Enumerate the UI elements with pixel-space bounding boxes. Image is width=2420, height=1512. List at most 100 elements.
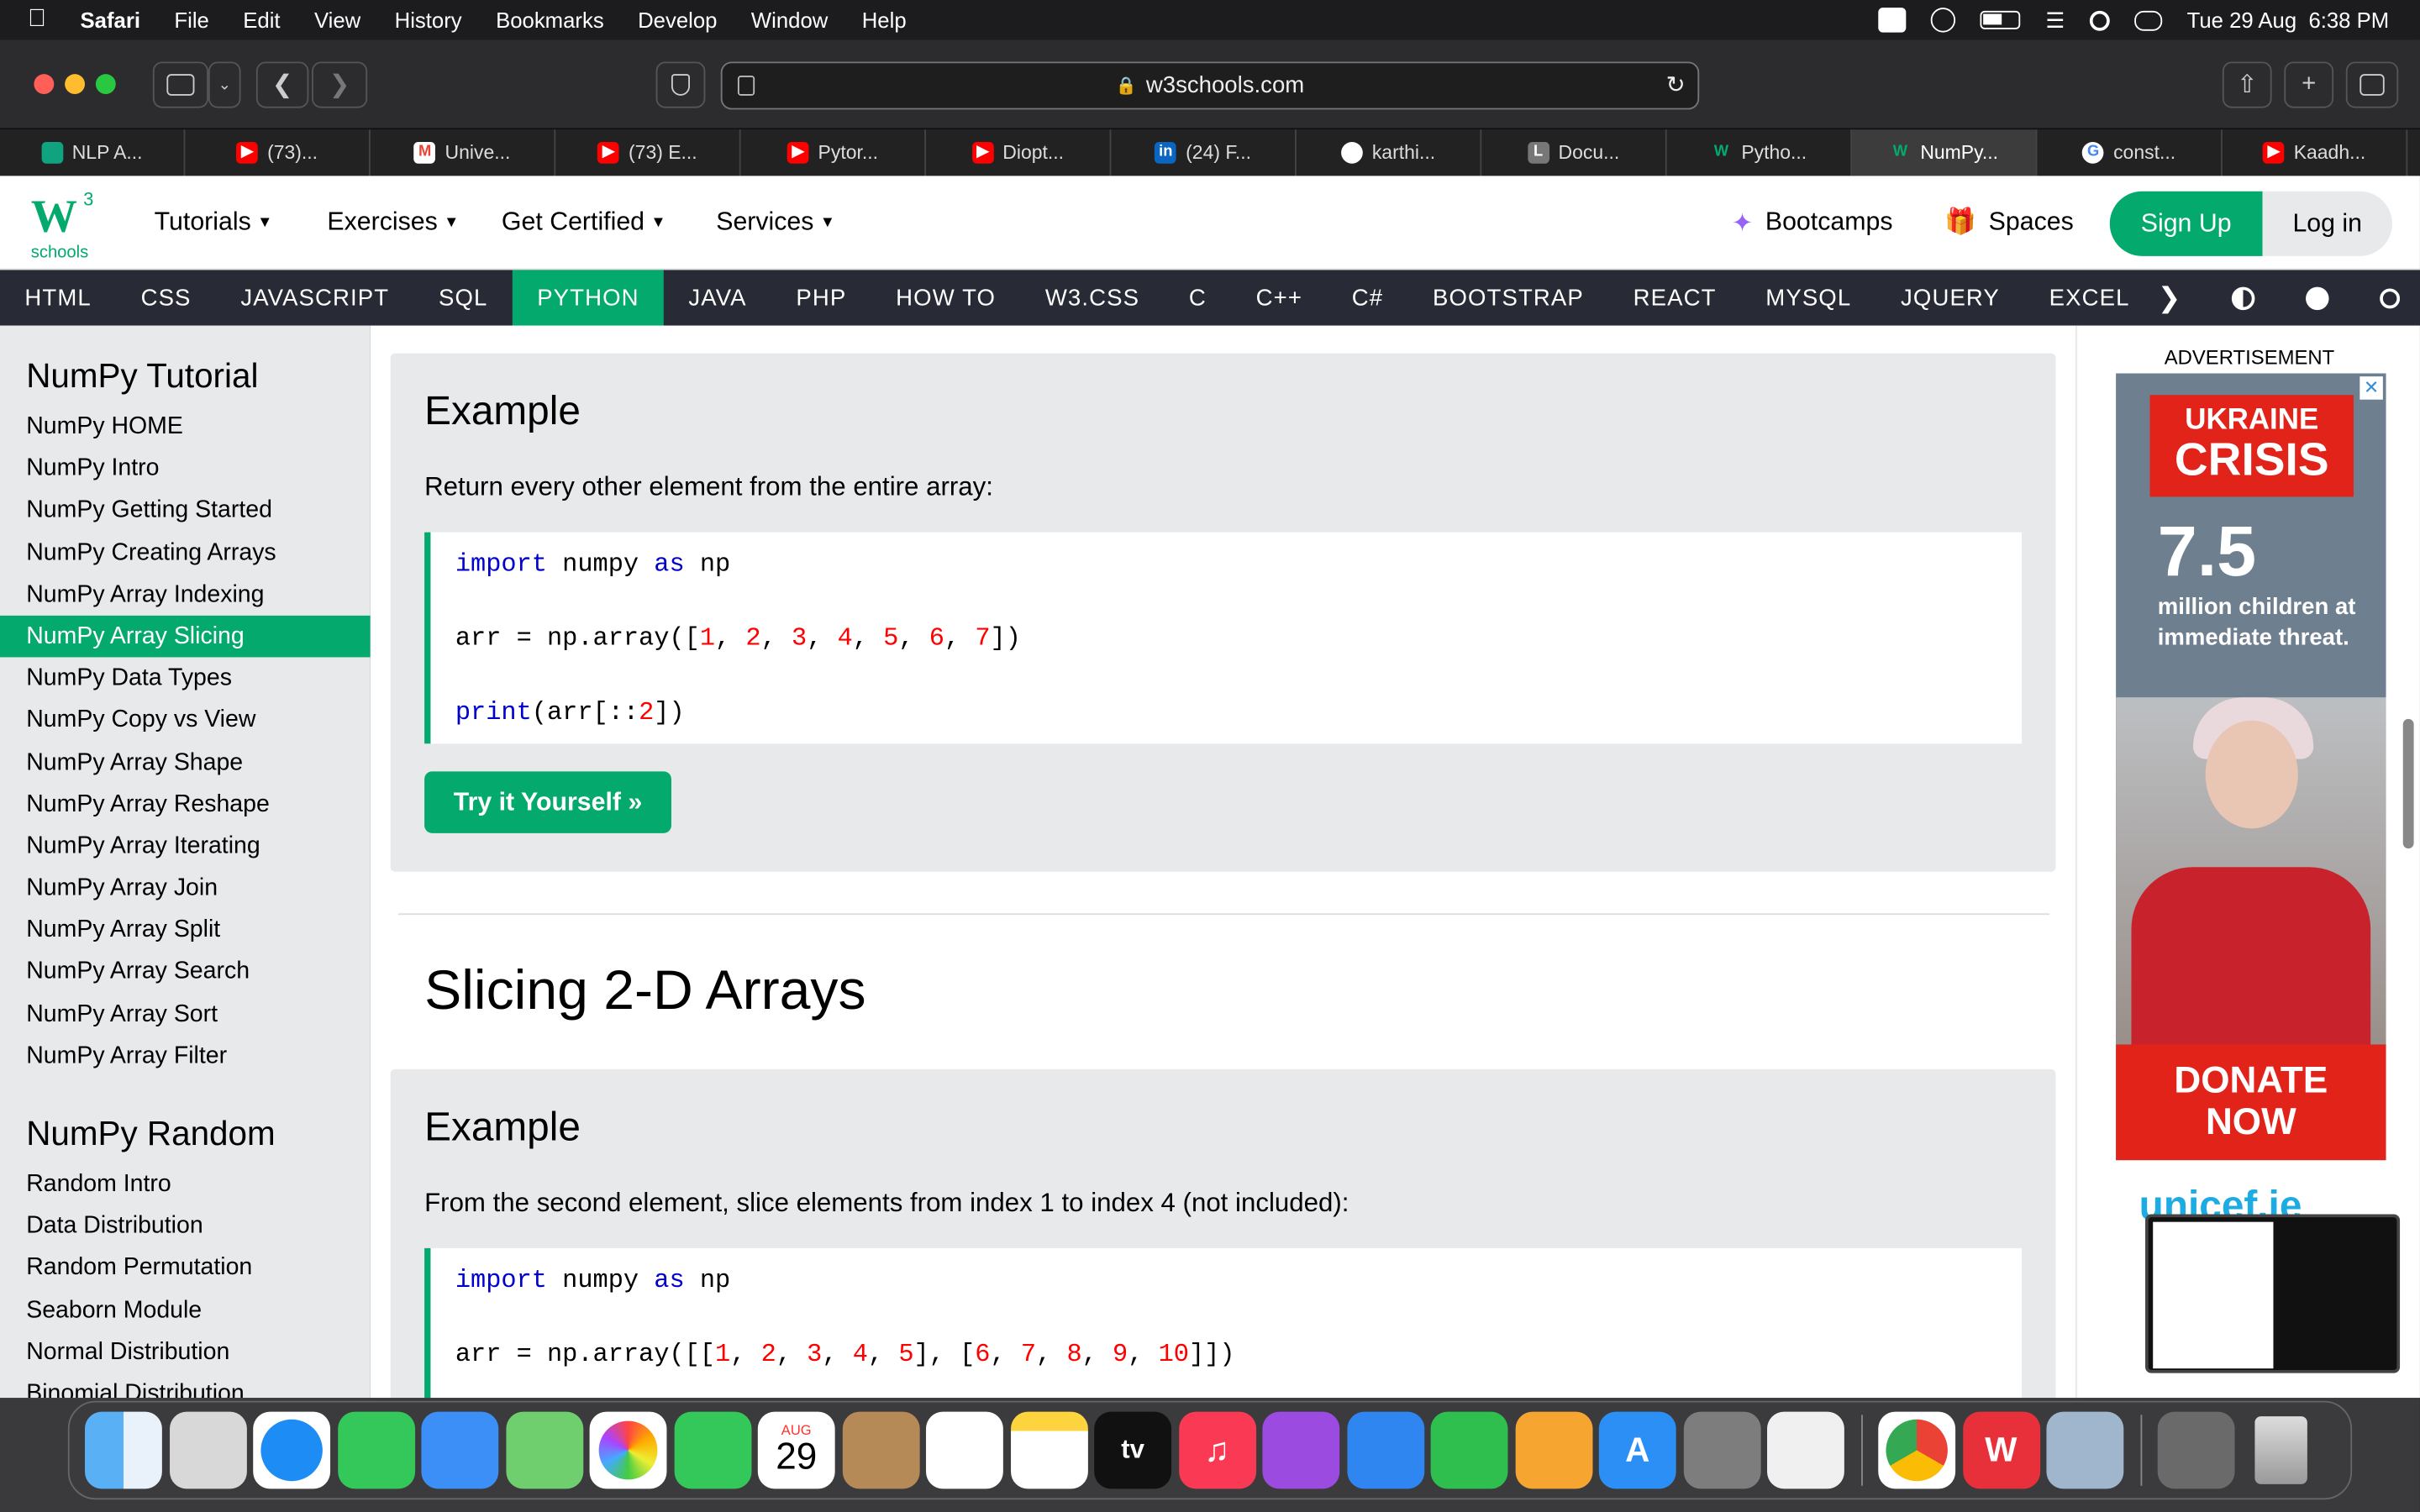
music-icon[interactable]: ♫ <box>1178 1411 1256 1489</box>
new-tab-button[interactable]: + <box>2284 61 2334 108</box>
exercises-menu[interactable]: Exercises ▼ <box>327 176 459 270</box>
unicef-ad[interactable]: UKRAINE CRISIS 7.5 million children at i… <box>2116 373 2386 1161</box>
tab-youtube-2[interactable]: ▶ (73) E... <box>555 129 741 176</box>
tab-python[interactable]: W Pytho... <box>1667 129 1853 176</box>
menu-window[interactable]: Window <box>751 8 828 32</box>
nav-css[interactable]: CSS <box>116 270 216 325</box>
tab-github[interactable]: karthi... <box>1297 129 1482 176</box>
bootcamps-link[interactable]: ✦ Bootcamps <box>1732 176 1893 270</box>
language-globe[interactable] <box>2281 270 2354 325</box>
tab-gmail[interactable]: M Unive... <box>371 129 556 176</box>
share-button[interactable]: ⇧ <box>2222 61 2272 108</box>
page-scrollbar[interactable] <box>2402 718 2414 849</box>
nav-java[interactable]: JAVA <box>664 270 771 325</box>
nav-html[interactable]: HTML <box>0 270 116 325</box>
safari-icon[interactable] <box>253 1411 331 1489</box>
sidebar-item-array-sort[interactable]: NumPy Array Sort <box>0 993 371 1035</box>
tab-youtube-5[interactable]: ▶ Kaadh... <box>2223 129 2408 176</box>
reminders-icon[interactable] <box>926 1411 1003 1489</box>
finder-icon[interactable] <box>85 1411 162 1489</box>
nav-excel[interactable]: EXCEL <box>2024 270 2154 325</box>
sidebar-item-normal-distribution[interactable]: Normal Distribution <box>0 1331 371 1373</box>
menu-bookmarks[interactable]: Bookmarks <box>496 8 604 32</box>
sidebar-item-seaborn-module[interactable]: Seaborn Module <box>0 1289 371 1331</box>
app-store-icon[interactable]: A <box>1598 1411 1676 1489</box>
tutorials-menu[interactable]: Tutorials ▼ <box>155 176 273 270</box>
nav-react[interactable]: REACT <box>1608 270 1741 325</box>
facetime-icon[interactable] <box>673 1411 751 1489</box>
play-icon[interactable] <box>1931 8 1956 33</box>
tab-youtube-1[interactable]: ▶ (73)... <box>185 129 371 176</box>
sidebar-item-array-reshape[interactable]: NumPy Array Reshape <box>0 783 371 825</box>
nav-w3css[interactable]: W3.CSS <box>1020 270 1164 325</box>
contacts-icon[interactable] <box>841 1411 919 1489</box>
sidebar-item-array-join[interactable]: NumPy Array Join <box>0 867 371 909</box>
back-button[interactable]: ❮ <box>255 61 309 108</box>
sidebar-item-array-search[interactable]: NumPy Array Search <box>0 951 371 993</box>
battery-icon[interactable] <box>1981 10 2022 29</box>
pages-icon[interactable] <box>1514 1411 1592 1489</box>
signup-button[interactable]: Sign Up <box>2109 191 2263 256</box>
nav-c[interactable]: C <box>1164 270 1231 325</box>
nav-scroll-right[interactable]: ❯ <box>2142 270 2197 325</box>
calendar-icon[interactable]: AUG 29 <box>757 1411 835 1489</box>
sidebar-item-array-indexing[interactable]: NumPy Array Indexing <box>0 574 371 616</box>
nav-mysql[interactable]: MYSQL <box>1741 270 1876 325</box>
menu-history[interactable]: History <box>395 8 462 32</box>
wps-office-icon[interactable]: W <box>1962 1411 2040 1489</box>
sidebar-item-array-split[interactable]: NumPy Array Split <box>0 909 371 951</box>
recent-document-icon[interactable] <box>2157 1411 2235 1489</box>
sidebar-item-random-intro[interactable]: Random Intro <box>0 1163 371 1205</box>
podcasts-icon[interactable] <box>1262 1411 1340 1489</box>
sidebar-item-data-distribution[interactable]: Data Distribution <box>0 1205 371 1247</box>
spaces-link[interactable]: 🎁 Spaces <box>1944 176 2074 270</box>
ad-close-icon[interactable]: ✕ <box>2360 376 2383 400</box>
sidebar-item-array-slicing[interactable]: NumPy Array Slicing <box>0 615 371 658</box>
try-it-yourself-button[interactable]: Try it Yourself » <box>424 771 671 833</box>
preview-icon[interactable] <box>1767 1411 1844 1489</box>
nav-csharp[interactable]: C# <box>1327 270 1407 325</box>
maps-icon[interactable] <box>505 1411 583 1489</box>
zoom-window-button[interactable] <box>95 74 116 95</box>
menu-edit[interactable]: Edit <box>243 8 280 32</box>
sidebar-item-copy-vs-view[interactable]: NumPy Copy vs View <box>0 700 371 742</box>
wps-icon[interactable] <box>1879 8 1907 33</box>
minimize-window-button[interactable] <box>65 74 86 95</box>
w3schools-logo[interactable]: W 3 schools <box>28 188 105 262</box>
search-button[interactable] <box>2355 270 2420 325</box>
system-settings-icon[interactable] <box>1682 1411 1760 1489</box>
sidebar-toggle-button[interactable] <box>152 61 208 108</box>
screen-recording-thumbnail[interactable] <box>2145 1214 2401 1373</box>
reader-icon[interactable] <box>737 75 755 96</box>
reload-icon[interactable]: ↻ <box>1666 71 1686 98</box>
image-viewer-icon[interactable] <box>2046 1411 2124 1489</box>
nav-bootstrap[interactable]: BOOTSTRAP <box>1408 270 1609 325</box>
menu-develop[interactable]: Develop <box>638 8 717 32</box>
nav-javascript[interactable]: JAVASCRIPT <box>216 270 414 325</box>
sidebar-menu-button[interactable]: ⌄ <box>208 61 241 108</box>
sidebar-item-data-types[interactable]: NumPy Data Types <box>0 658 371 700</box>
sidebar-item-random-permutation[interactable]: Random Permutation <box>0 1247 371 1289</box>
messages-icon[interactable] <box>337 1411 415 1489</box>
sidebar-item-numpy-home[interactable]: NumPy HOME <box>0 406 371 448</box>
certified-menu[interactable]: Get Certified ▼ <box>502 176 666 270</box>
menu-safari[interactable]: Safari <box>81 8 140 32</box>
apple-tv-icon[interactable]: tv <box>1094 1411 1172 1489</box>
tab-google[interactable]: Gconst... <box>2037 129 2223 176</box>
donate-now-button[interactable]: DONATE NOW <box>2116 1044 2386 1161</box>
launchpad-icon[interactable] <box>169 1411 246 1489</box>
tab-linkedin[interactable]: in (24) F... <box>1111 129 1297 176</box>
tab-nlp[interactable]: NLP A... <box>0 129 186 176</box>
wifi-icon[interactable]: ☰ <box>2045 7 2065 33</box>
photos-icon[interactable] <box>589 1411 667 1489</box>
sidebar-item-array-shape[interactable]: NumPy Array Shape <box>0 742 371 784</box>
keynote-icon[interactable] <box>1346 1411 1424 1489</box>
nav-sql[interactable]: SQL <box>414 270 513 325</box>
tab-youtube-4[interactable]: ▶ Diopt... <box>926 129 1112 176</box>
sidebar-item-binomial-distribution[interactable]: Binomial Distribution <box>0 1373 371 1398</box>
menu-view[interactable]: View <box>314 8 360 32</box>
spotlight-icon[interactable] <box>2089 9 2110 30</box>
notes-icon[interactable] <box>1010 1411 1087 1489</box>
address-bar[interactable]: 🔒 w3schools.com ↻ <box>720 61 1700 110</box>
apple-menu-icon[interactable]:  <box>28 6 46 34</box>
